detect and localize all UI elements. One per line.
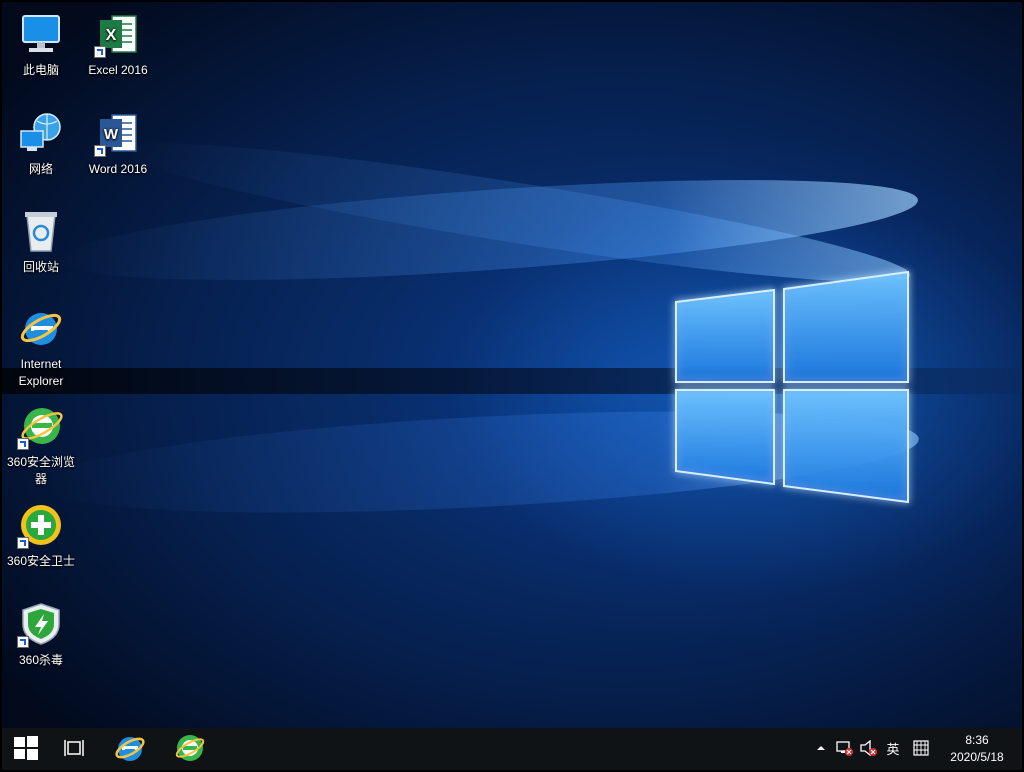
screen-frame [0,0,1024,772]
